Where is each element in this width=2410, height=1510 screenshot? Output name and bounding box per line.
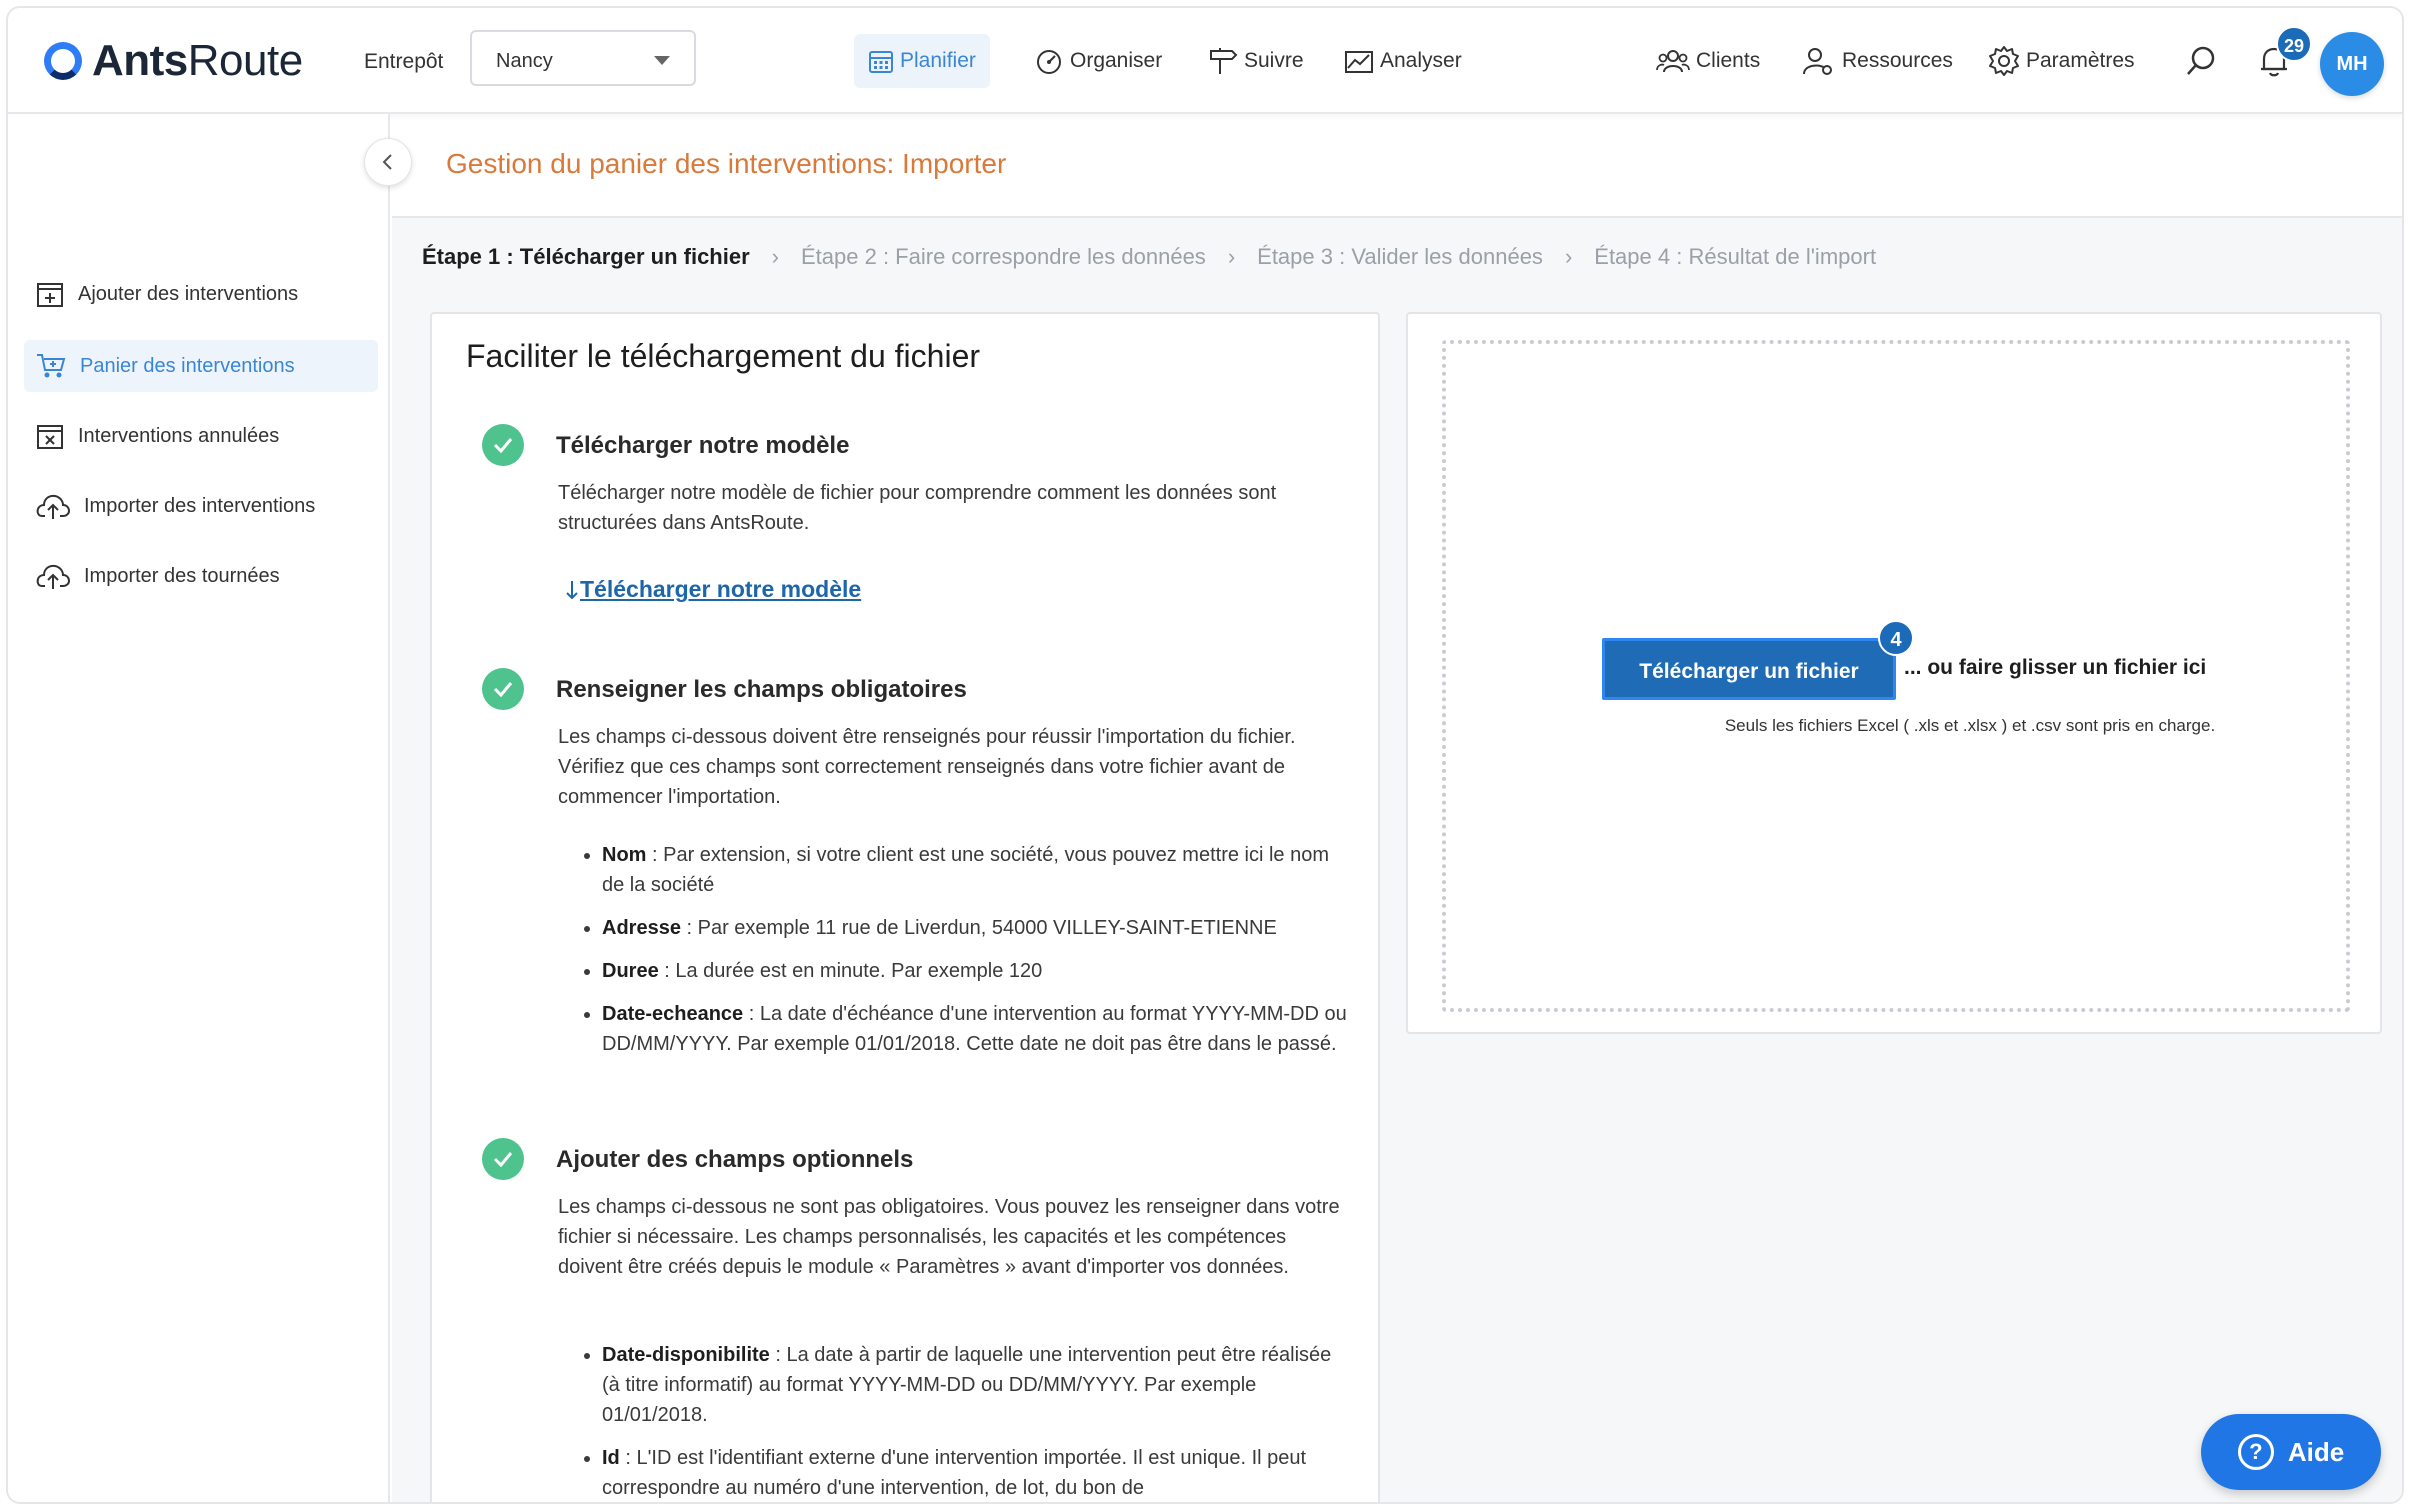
nav-parametres[interactable]: Paramètres bbox=[1988, 34, 2135, 88]
cart-icon bbox=[37, 354, 66, 378]
optional-fields-list: Date-disponibilite : La date à partir de… bbox=[602, 1340, 1348, 1502]
guide-title: Faciliter le téléchargement du fichier bbox=[466, 338, 981, 374]
upload-file-button[interactable]: Télécharger un fichier bbox=[1602, 638, 1896, 700]
section-text: Les champs ci-dessous doivent être rense… bbox=[558, 726, 1296, 808]
nav-planifier[interactable]: Planifier bbox=[854, 34, 990, 88]
sidebar-item-importer-interventions[interactable]: Importer des interventions bbox=[24, 480, 378, 532]
sidebar-item-label: Importer des tournées bbox=[84, 564, 280, 587]
section-title: Renseigner les champs obligatoires bbox=[556, 676, 967, 703]
check-icon bbox=[482, 424, 524, 466]
nav-clients[interactable]: Clients bbox=[1656, 34, 1760, 88]
calendar-plus-icon bbox=[37, 283, 63, 307]
warehouse-select[interactable]: Nancy bbox=[470, 30, 696, 86]
sidebar-item-importer-tournees[interactable]: Importer des tournées bbox=[24, 550, 378, 602]
nav-organiser-label: Organiser bbox=[1070, 49, 1163, 72]
help-button[interactable]: ? Aide bbox=[2201, 1414, 2381, 1490]
section-title: Ajouter des champs optionnels bbox=[556, 1146, 914, 1173]
gear-icon bbox=[1989, 46, 2019, 76]
download-template-link[interactable]: Télécharger notre modèle bbox=[564, 576, 861, 603]
list-item: Duree : La durée est en minute. Par exem… bbox=[602, 956, 1348, 986]
step-2: Étape 2 : Faire correspondre les données bbox=[801, 244, 1206, 269]
nav-suivre[interactable]: Suivre bbox=[1208, 34, 1304, 88]
sidebar-item-panier[interactable]: Panier des interventions bbox=[24, 340, 378, 392]
help-label: Aide bbox=[2287, 1436, 2345, 1467]
nav-suivre-label: Suivre bbox=[1244, 49, 1304, 72]
nav-ressources[interactable]: Ressources bbox=[1802, 34, 1953, 88]
list-item: Id : L'ID est l'identifiant externe d'un… bbox=[602, 1443, 1348, 1502]
list-item: Date-disponibilite : La date à partir de… bbox=[602, 1340, 1348, 1430]
calendar-icon bbox=[869, 51, 893, 73]
list-item: Nom : Par extension, si votre client est… bbox=[602, 840, 1348, 900]
nav-parametres-label: Paramètres bbox=[2026, 49, 2135, 72]
step-4: Étape 4 : Résultat de l'import bbox=[1594, 244, 1877, 269]
chevron-down-icon bbox=[654, 56, 670, 65]
section-text: Les champs ci-dessous ne sont pas obliga… bbox=[558, 1196, 1340, 1278]
question-icon: ? bbox=[2237, 1434, 2274, 1470]
logo[interactable]: AntsRoute bbox=[44, 36, 303, 86]
chevron-right-icon: › bbox=[1564, 244, 1573, 269]
user-gear-icon bbox=[1803, 48, 1832, 75]
logo-icon bbox=[44, 42, 82, 80]
cloud-upload-icon bbox=[36, 564, 70, 589]
app-window: AntsRoute Entrepôt Nancy Planifier Organ… bbox=[6, 6, 2404, 1504]
nav-analyser-label: Analyser bbox=[1380, 49, 1462, 72]
signpost-icon bbox=[1210, 48, 1238, 74]
nav-ressources-label: Ressources bbox=[1842, 49, 1953, 72]
step-3: Étape 3 : Valider les données bbox=[1257, 244, 1543, 269]
file-dropzone[interactable]: Télécharger un fichier 4 ... ou faire gl… bbox=[1442, 340, 2350, 1012]
top-bar: AntsRoute Entrepôt Nancy Planifier Organ… bbox=[8, 8, 2402, 114]
cloud-upload-icon bbox=[36, 494, 70, 519]
avatar[interactable]: MH bbox=[2320, 32, 2384, 96]
users-icon bbox=[1656, 50, 1690, 73]
chart-icon bbox=[1345, 51, 1373, 73]
download-icon bbox=[566, 580, 578, 599]
gauge-icon bbox=[1037, 50, 1061, 74]
guide-section-required: Renseigner les champs obligatoires Les c… bbox=[482, 668, 1352, 1118]
sidebar-item-ajouter[interactable]: Ajouter des interventions bbox=[24, 268, 378, 320]
search-icon bbox=[2187, 46, 2215, 75]
sidebar-item-label: Importer des interventions bbox=[84, 494, 316, 517]
sidebar-item-label: Ajouter des interventions bbox=[78, 282, 299, 305]
check-icon bbox=[482, 1138, 524, 1180]
page-header: Gestion du panier des interventions: Imp… bbox=[392, 114, 2402, 218]
guide-section-optional: Ajouter des champs optionnels Les champs… bbox=[482, 1138, 1352, 1502]
nav-analyser[interactable]: Analyser bbox=[1344, 34, 1462, 88]
list-item: Adresse : Par exemple 11 rue de Liverdun… bbox=[602, 913, 1348, 943]
required-fields-list: Nom : Par extension, si votre client est… bbox=[602, 840, 1348, 1072]
notification-count-badge: 29 bbox=[2276, 26, 2312, 62]
sidebar-item-label: Interventions annulées bbox=[78, 424, 280, 447]
sidebar-collapse-button[interactable] bbox=[364, 138, 412, 186]
nav-planifier-label: Planifier bbox=[900, 49, 976, 72]
page-title: Gestion du panier des interventions: Imp… bbox=[446, 148, 1007, 179]
chevron-left-icon bbox=[382, 154, 392, 170]
chevron-right-icon: › bbox=[1227, 244, 1236, 269]
warehouse-value: Nancy bbox=[496, 50, 553, 72]
sidebar: Ajouter des interventions Panier des int… bbox=[8, 114, 390, 1502]
sidebar-item-label: Panier des interventions bbox=[80, 354, 295, 377]
logo-text: AntsRoute bbox=[92, 36, 303, 85]
section-title: Télécharger notre modèle bbox=[556, 432, 850, 459]
guide-panel: Faciliter le téléchargement du fichier T… bbox=[430, 312, 1380, 1502]
nav-organiser[interactable]: Organiser bbox=[1034, 34, 1162, 88]
file-type-hint: Seuls les fichiers Excel ( .xls et .xlsx… bbox=[1724, 716, 2216, 735]
upload-step-badge: 4 bbox=[1878, 620, 1914, 656]
guide-section-template: Télécharger notre modèle Télécharger not… bbox=[482, 424, 1352, 624]
search-button[interactable] bbox=[2184, 34, 2224, 88]
breadcrumb: Étape 1 : Télécharger un fichier › Étape… bbox=[422, 244, 1876, 270]
nav-clients-label: Clients bbox=[1696, 49, 1761, 72]
upload-panel: Télécharger un fichier 4 ... ou faire gl… bbox=[1406, 312, 2382, 1034]
sidebar-item-annulees[interactable]: Interventions annulées bbox=[24, 410, 378, 462]
drag-hint: ... ou faire glisser un fichier ici bbox=[1904, 656, 2207, 679]
check-icon bbox=[482, 668, 524, 710]
warehouse-label: Entrepôt bbox=[364, 50, 444, 73]
chevron-right-icon: › bbox=[771, 244, 779, 269]
step-1: Étape 1 : Télécharger un fichier bbox=[422, 244, 750, 269]
calendar-x-icon bbox=[37, 425, 63, 449]
list-item: Date-echeance : La date d'échéance d'une… bbox=[602, 999, 1348, 1059]
section-text: Télécharger notre modèle de fichier pour… bbox=[558, 482, 1277, 534]
